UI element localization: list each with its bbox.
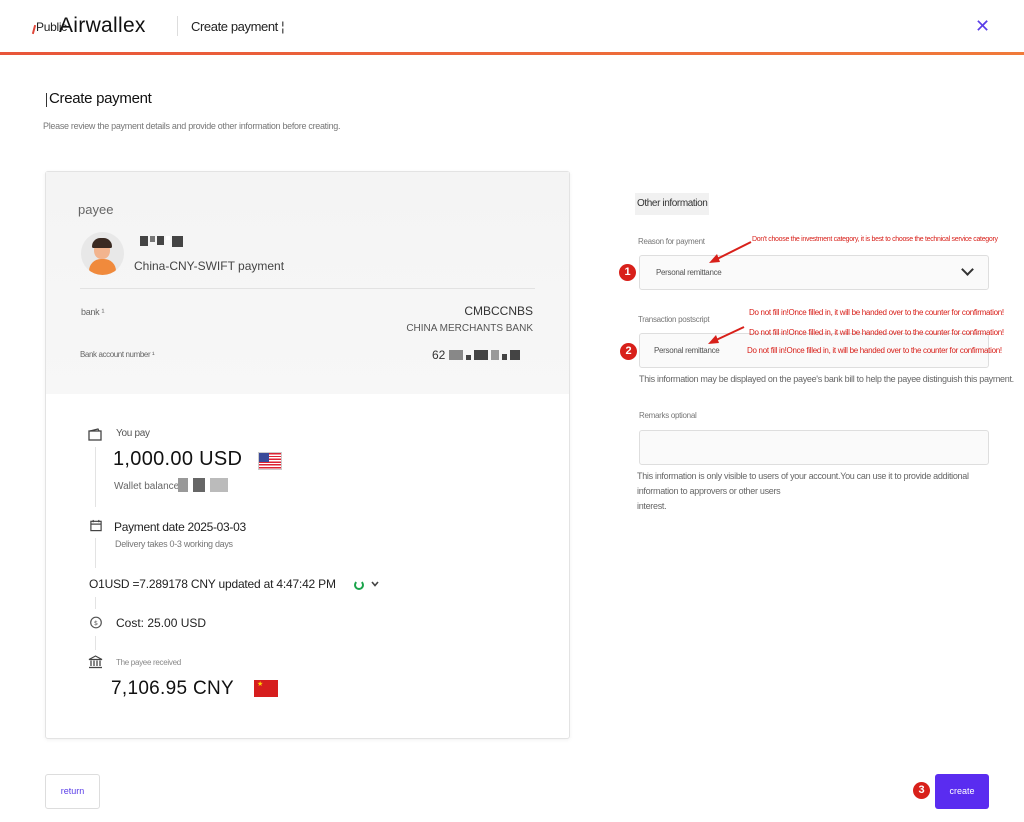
header-title: Create payment ¦: [191, 19, 285, 34]
postscript-hint: This information may be displayed on the…: [639, 374, 1014, 384]
postscript-value: Personal remittance: [654, 346, 720, 355]
payee-section: payee China-CNY-SWIFT payment bank ¹ CMB…: [46, 172, 569, 394]
reason-label: Reason for payment: [638, 237, 705, 246]
step-badge: 2: [620, 343, 637, 360]
you-pay-label: You pay: [116, 428, 150, 439]
timeline-line: [95, 636, 96, 650]
payee-method: China-CNY-SWIFT payment: [134, 259, 285, 273]
postscript-annotation: Do not fill in!Once filled in, it will b…: [749, 328, 1004, 337]
wallet-balance-label: Wallet balance:: [114, 481, 182, 492]
timeline-line: [95, 597, 96, 609]
payment-summary-card: payee China-CNY-SWIFT payment bank ¹ CMB…: [45, 171, 570, 739]
postscript-label: Transaction postscript: [638, 315, 710, 324]
wallet-balance-masked: [178, 478, 228, 492]
annotation-arrow-icon: [708, 326, 745, 344]
remarks-label: Remarks optional: [639, 411, 697, 420]
header-divider: [177, 16, 178, 36]
reason-select[interactable]: Personal remittance: [639, 255, 989, 290]
header-underline: [0, 52, 1024, 55]
page-title: Create payment: [46, 90, 152, 107]
exchange-rate: O1USD =7.289178 CNY updated at 4:47:42 P…: [89, 577, 336, 591]
bank-name: CHINA MERCHANTS BANK: [406, 323, 533, 334]
step-badge: 3: [913, 782, 930, 799]
top-bar: Public Airwallex Create payment ¦ ✕: [0, 0, 1024, 55]
chevron-down-icon[interactable]: [370, 579, 380, 589]
payee-received-label: The payee received: [116, 658, 181, 667]
bank-label: bank ¹: [81, 307, 105, 317]
payment-date: Payment date 2025-03-03: [114, 520, 246, 534]
postscript-annotation: Do not fill in!Once filled in, it will b…: [749, 308, 1004, 317]
payee-label: payee: [78, 202, 114, 217]
timeline-line: [95, 538, 96, 568]
account-number-masked: [449, 350, 520, 360]
remarks-input[interactable]: [639, 430, 989, 465]
remarks-hint: This information is only visible to user…: [637, 469, 997, 514]
calendar-icon: [90, 519, 102, 532]
create-button[interactable]: create: [935, 774, 989, 809]
annotation-arrow-icon: [709, 241, 752, 263]
you-pay-amount: 1,000.00 USD: [113, 448, 243, 470]
brand-logo: Airwallex: [59, 14, 146, 37]
reason-value: Personal remittance: [656, 268, 722, 277]
other-information-tag: Other information: [635, 193, 710, 215]
delivery-time: Delivery takes 0-3 working days: [115, 539, 233, 549]
divider: [80, 288, 535, 289]
cost: Cost: 25.00 USD: [116, 616, 207, 630]
payee-avatar: [81, 232, 124, 275]
timeline-line: [95, 447, 96, 507]
remarks-hint-line: This information is only visible to user…: [637, 471, 969, 496]
chevron-down-icon: [961, 263, 974, 276]
bank-icon: [88, 655, 103, 669]
payee-received-amount: 7,106.95 CNY: [111, 678, 234, 699]
return-button[interactable]: return: [45, 774, 100, 809]
bank-code: CMBCCNBS: [464, 304, 533, 318]
account-number-label: Bank account number ¹: [80, 350, 155, 359]
cost-coin-icon: $: [90, 616, 102, 629]
account-prefix: 62: [432, 348, 446, 362]
postscript-annotation: Do not fill in!Once filled in, it will b…: [747, 346, 1002, 355]
close-icon[interactable]: ✕: [975, 16, 990, 37]
remarks-hint-line: interest.: [637, 501, 667, 511]
svg-text:$: $: [94, 619, 98, 627]
wallet-icon: [88, 428, 102, 441]
cn-flag-icon: [254, 680, 278, 697]
reason-annotation: Don't choose the investment category, it…: [752, 236, 998, 243]
account-number: 62: [432, 348, 445, 362]
us-flag-icon: [258, 452, 282, 470]
payee-name-masked: [140, 236, 183, 247]
step-badge: 1: [619, 264, 636, 281]
refresh-spinner-icon: [354, 580, 364, 590]
page-subtitle: Please review the payment details and pr…: [43, 121, 341, 131]
